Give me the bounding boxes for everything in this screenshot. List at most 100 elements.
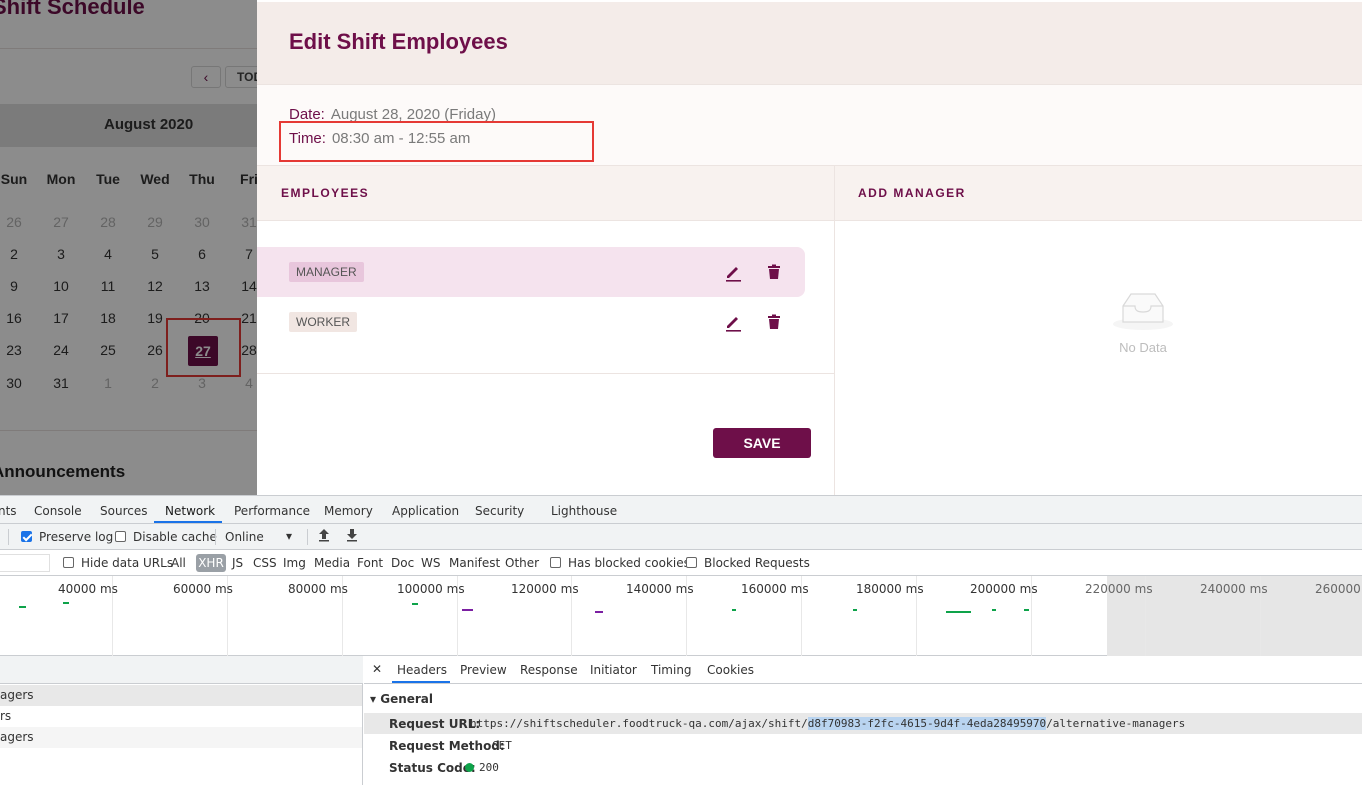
filter-css[interactable]: CSS <box>253 556 277 570</box>
divider <box>8 529 9 545</box>
timeline-label: 80000 ms <box>288 582 348 596</box>
network-bottom-area: agers rs agers ✕ Headers Preview Respons… <box>0 656 1362 785</box>
timeline-label: 100000 ms <box>397 582 465 596</box>
timeline-request-bar <box>992 609 996 611</box>
timeline-request-bar <box>595 611 603 613</box>
preserve-log-checkbox[interactable] <box>21 531 32 542</box>
divider <box>215 529 216 545</box>
filter-other[interactable]: Other <box>505 556 539 570</box>
caret-down-icon: ▾ <box>370 692 377 706</box>
timeline-request-bar <box>1024 609 1029 611</box>
trash-icon[interactable] <box>764 312 784 332</box>
tab-memory[interactable]: Memory <box>324 504 373 518</box>
blocked-requests-label: Blocked Requests <box>704 556 810 570</box>
annotation-highlight-box <box>279 121 594 162</box>
hide-data-urls-label: Hide data URLs <box>81 556 174 570</box>
pencil-icon[interactable] <box>723 262 743 282</box>
tab-performance[interactable]: Performance <box>234 504 310 518</box>
request-row[interactable]: agers <box>0 727 362 748</box>
tab-console[interactable]: Console <box>34 504 82 518</box>
timeline-request-bar <box>462 609 473 611</box>
request-detail-panel: ✕ Headers Preview Response Initiator Tim… <box>364 656 1362 785</box>
role-tag-manager: MANAGER <box>289 262 364 282</box>
timeline-request-bar <box>732 609 736 611</box>
tab-lighthouse[interactable]: Lighthouse <box>551 504 617 518</box>
filter-font[interactable]: Font <box>357 556 383 570</box>
detail-tab-bar: ✕ Headers Preview Response Initiator Tim… <box>364 656 1362 684</box>
request-list: agers rs agers <box>0 656 363 785</box>
no-data-text: No Data <box>1119 340 1167 355</box>
tab-headers[interactable]: Headers <box>397 663 447 677</box>
modal-header: Edit Shift Employees <box>257 2 1362 85</box>
inbox-icon <box>1111 288 1175 332</box>
filter-xhr[interactable]: XHR <box>196 554 226 572</box>
tab-response[interactable]: Response <box>520 663 578 677</box>
timeline-label: 140000 ms <box>626 582 694 596</box>
filter-all[interactable]: All <box>171 556 186 570</box>
save-button[interactable]: SAVE <box>713 428 811 458</box>
hide-data-urls-checkbox[interactable] <box>63 557 74 568</box>
modal-title: Edit Shift Employees <box>289 29 508 54</box>
add-manager-heading: ADD MANAGER <box>858 186 966 200</box>
request-method-row: Request Method: GET <box>364 735 1362 756</box>
employee-row-manager[interactable]: MANAGER <box>257 247 805 297</box>
has-blocked-cookies-label: Has blocked cookies <box>568 556 690 570</box>
filter-doc[interactable]: Doc <box>391 556 414 570</box>
blocked-requests-checkbox[interactable] <box>686 557 697 568</box>
pencil-icon[interactable] <box>723 312 743 332</box>
employee-row-worker[interactable]: WORKER <box>257 297 805 347</box>
has-blocked-cookies-checkbox[interactable] <box>550 557 561 568</box>
request-url-label: Request URL: <box>389 717 481 731</box>
active-tab-indicator <box>154 521 222 523</box>
role-tag-worker: WORKER <box>289 312 357 332</box>
tab-timing[interactable]: Timing <box>651 663 692 677</box>
request-method-label: Request Method: <box>389 739 505 753</box>
employees-heading: EMPLOYEES <box>281 186 370 200</box>
timeline-label: 220000 ms <box>1085 582 1153 596</box>
request-url-value[interactable]: https://shiftscheduler.foodtruck-qa.com/… <box>470 717 1185 730</box>
add-manager-column-header: ADD MANAGER <box>835 165 1362 221</box>
divider <box>257 373 834 374</box>
tab-security[interactable]: Security <box>475 504 524 518</box>
tab-network[interactable]: Network <box>165 504 215 518</box>
tab-application[interactable]: Application <box>392 504 459 518</box>
network-overview-timeline[interactable]: 40000 ms 60000 ms 80000 ms 100000 ms 120… <box>0 576 1362 656</box>
network-filter-bar: Hide data URLs All XHR JS CSS Img Media … <box>0 550 1362 576</box>
tab-preview[interactable]: Preview <box>460 663 507 677</box>
disable-cache-checkbox[interactable] <box>115 531 126 542</box>
general-section-toggle[interactable]: ▾ General <box>370 692 433 706</box>
request-url-selected-id: d8f70983-f2fc-4615-9d4f-4eda28495970 <box>807 717 1047 730</box>
filter-ws[interactable]: WS <box>421 556 440 570</box>
timeline-request-bar <box>412 603 418 605</box>
request-method-value: GET <box>492 739 512 752</box>
timeline-label: 60000 ms <box>173 582 233 596</box>
timeline-request-bar <box>19 606 26 608</box>
tab-sources[interactable]: Sources <box>100 504 147 518</box>
timeline-label: 120000 ms <box>511 582 579 596</box>
filter-input[interactable] <box>0 554 50 572</box>
filter-media[interactable]: Media <box>314 556 350 570</box>
timeline-request-bar <box>946 611 971 613</box>
timeline-request-bar <box>853 609 857 611</box>
export-har-icon[interactable] <box>346 528 358 545</box>
timeline-label: 40000 ms <box>58 582 118 596</box>
filter-js[interactable]: JS <box>232 556 243 570</box>
import-har-icon[interactable] <box>318 528 330 545</box>
modal-backdrop[interactable] <box>0 0 257 495</box>
tab-initiator[interactable]: Initiator <box>590 663 637 677</box>
request-row[interactable]: rs <box>0 706 362 727</box>
tab-elements[interactable]: nts <box>0 504 17 518</box>
timeline-label: 160000 ms <box>741 582 809 596</box>
filter-manifest[interactable]: Manifest <box>449 556 500 570</box>
trash-icon[interactable] <box>764 262 784 282</box>
tab-cookies[interactable]: Cookies <box>707 663 754 677</box>
devtools-tab-bar: nts Console Sources Network Performance … <box>0 496 1362 524</box>
close-icon[interactable]: ✕ <box>372 662 382 676</box>
caret-down-icon[interactable]: ▾ <box>286 529 292 543</box>
throttling-select[interactable]: Online <box>225 530 264 544</box>
request-row[interactable]: agers <box>0 685 362 706</box>
timeline-label: 200000 ms <box>970 582 1038 596</box>
filter-img[interactable]: Img <box>283 556 306 570</box>
request-url-prefix: https://shiftscheduler.foodtruck-qa.com/… <box>470 717 808 730</box>
timeline-label: 240000 ms <box>1200 582 1268 596</box>
